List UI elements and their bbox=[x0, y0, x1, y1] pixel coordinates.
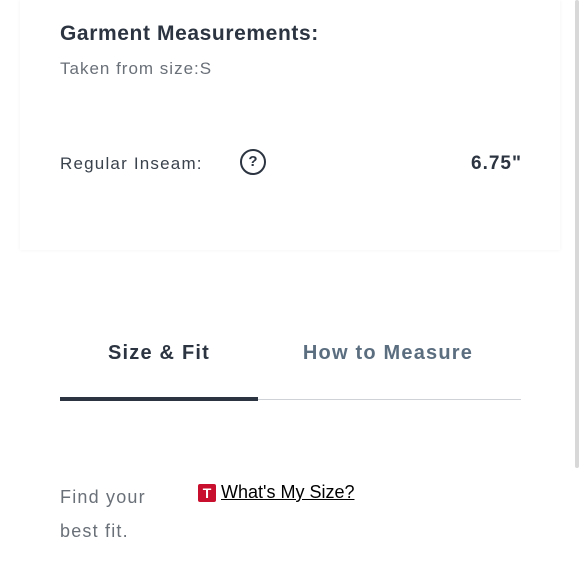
size-tabs: Size & Fit How to Measure bbox=[60, 330, 521, 404]
measurements-title: Garment Measurements: bbox=[60, 22, 319, 45]
tab-how-to-measure[interactable]: How to Measure bbox=[285, 342, 491, 372]
measurement-value: 6.75" bbox=[471, 153, 522, 174]
whats-my-size-link[interactable]: What's My Size? bbox=[221, 482, 354, 503]
tab-size-and-fit[interactable]: Size & Fit bbox=[60, 342, 258, 372]
size-guide-page: Garment Measurements: Taken from size:S … bbox=[0, 0, 580, 580]
active-tab-indicator bbox=[60, 397, 258, 401]
scrollbar[interactable] bbox=[575, 0, 579, 468]
measurement-row-inseam: Regular Inseam: ? 6.75" bbox=[60, 148, 522, 180]
t-brand-logo-icon: T bbox=[198, 484, 216, 502]
measurement-label: Regular Inseam: bbox=[60, 154, 203, 173]
find-fit-text: Find your best fit. bbox=[60, 487, 146, 541]
help-circle-icon[interactable]: ? bbox=[240, 149, 266, 175]
measurements-subtitle: Taken from size:S bbox=[60, 59, 213, 78]
